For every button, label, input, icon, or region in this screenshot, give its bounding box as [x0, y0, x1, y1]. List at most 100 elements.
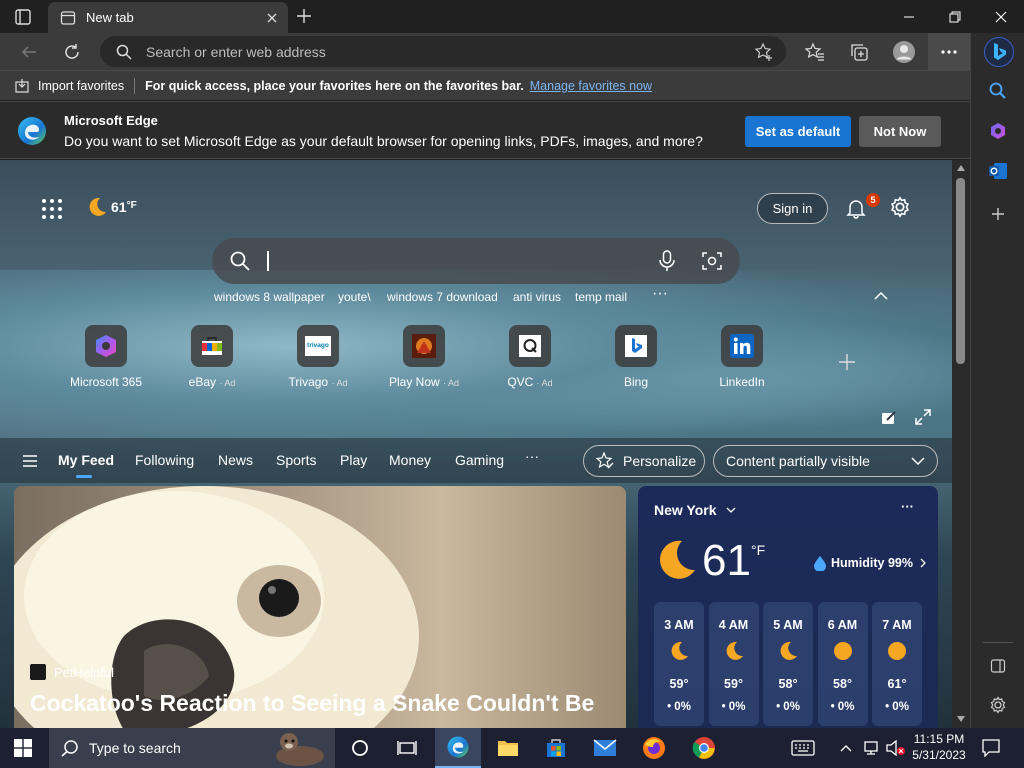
forecast-precipitation: • 0%	[654, 701, 704, 713]
mail-icon[interactable]	[582, 728, 628, 768]
quick-link-trivago[interactable]: trivago Trivago · Ad	[268, 325, 368, 389]
feed-tab-sports[interactable]: Sports	[276, 452, 316, 468]
file-explorer-icon[interactable]	[485, 728, 531, 768]
visual-search-icon[interactable]	[702, 251, 722, 274]
hourly-forecast-item[interactable]: 3 AM 59° • 0%	[654, 602, 704, 726]
bing-chat-icon[interactable]	[984, 37, 1014, 67]
profile-avatar-icon[interactable]	[891, 39, 917, 65]
hidden-icons-chevron[interactable]	[833, 728, 859, 768]
import-favorites-icon	[14, 78, 30, 94]
quick-link-linkedin[interactable]: LinkedIn	[692, 325, 792, 389]
apps-launcher-icon[interactable]	[41, 198, 63, 223]
hourly-forecast-item[interactable]: 5 AM 58° • 0%	[763, 602, 813, 726]
scroll-up-arrow-icon[interactable]	[957, 165, 965, 171]
close-tab-icon[interactable]	[266, 12, 278, 24]
favorites-icon[interactable]	[802, 39, 828, 65]
sidebar-settings-icon[interactable]	[984, 691, 1012, 719]
new-tab-button[interactable]	[296, 8, 312, 24]
quick-link-bing[interactable]: Bing	[586, 325, 686, 389]
suggestions-more-icon[interactable]: ···	[652, 285, 668, 303]
scroll-down-arrow-icon[interactable]	[957, 716, 965, 722]
minimize-button[interactable]	[886, 0, 932, 33]
content-visibility-dropdown[interactable]: Content partially visible	[713, 445, 938, 477]
start-button[interactable]	[0, 728, 46, 768]
touch-keyboard-icon[interactable]	[780, 728, 826, 768]
sidebar-search-icon[interactable]	[984, 77, 1012, 105]
tab-new-tab[interactable]: New tab	[48, 2, 288, 33]
notification-center-icon[interactable]	[970, 728, 1012, 768]
collections-icon[interactable]	[846, 39, 872, 65]
system-clock[interactable]: 11:15 PM 5/31/2023	[908, 731, 970, 763]
task-view-icon[interactable]	[384, 728, 430, 768]
back-icon[interactable]	[16, 39, 42, 65]
feed-tab-my-feed[interactable]: My Feed	[58, 452, 114, 468]
volume-muted-icon[interactable]	[883, 728, 909, 768]
collapse-chevron-icon[interactable]	[874, 288, 888, 303]
feed-menu-icon[interactable]	[22, 454, 38, 471]
edit-background-icon[interactable]	[881, 409, 897, 428]
suggestion-item[interactable]: temp mail	[575, 290, 627, 304]
weather-more-icon[interactable]: ···	[901, 499, 914, 514]
notifications-bell-icon[interactable]	[845, 197, 867, 222]
hourly-forecast-item[interactable]: 6 AM 58° • 0%	[817, 602, 868, 726]
manage-favorites-link[interactable]: Manage favorites now	[530, 79, 652, 93]
forecast-time: 5 AM	[773, 618, 803, 632]
suggestion-item[interactable]: windows 7 download	[387, 290, 498, 304]
sidebar-copilot-icon[interactable]	[984, 117, 1012, 145]
taskbar-search-box[interactable]: Type to search	[49, 728, 335, 768]
refresh-icon[interactable]	[59, 39, 85, 65]
scrollbar-thumb[interactable]	[956, 178, 965, 364]
trivago-icon: trivago	[297, 325, 339, 367]
feed-tab-news[interactable]: News	[218, 452, 253, 468]
quick-link-qvc[interactable]: QVC · Ad	[480, 325, 580, 389]
cortana-icon[interactable]	[337, 728, 383, 768]
feed-tab-gaming[interactable]: Gaming	[455, 452, 504, 468]
set-as-default-button[interactable]: Set as default	[745, 116, 851, 147]
settings-more-icon[interactable]	[928, 33, 970, 70]
firefox-icon[interactable]	[631, 728, 677, 768]
tab-actions-icon[interactable]	[14, 8, 32, 26]
quick-link-microsoft-365[interactable]: Microsoft 365	[56, 325, 156, 389]
page-settings-gear-icon[interactable]	[889, 196, 911, 221]
notification-badge: 5	[866, 193, 880, 207]
suggestion-item[interactable]: anti virus	[513, 290, 561, 304]
weather-location[interactable]: New York	[654, 502, 736, 518]
suggestion-item[interactable]: youte\	[338, 290, 371, 304]
page-scrollbar[interactable]	[952, 160, 970, 728]
network-icon[interactable]	[858, 728, 884, 768]
feed-tab-play[interactable]: Play	[340, 452, 367, 468]
sidebar-outlook-icon[interactable]	[984, 157, 1012, 185]
sidebar-toggle-icon[interactable]	[984, 652, 1012, 680]
restore-button[interactable]	[932, 0, 978, 33]
feed-tab-money[interactable]: Money	[389, 452, 431, 468]
sidebar-add-icon[interactable]	[984, 200, 1012, 228]
address-bar[interactable]: Search or enter web address	[100, 36, 786, 67]
add-favorite-icon[interactable]	[754, 42, 774, 62]
address-placeholder: Search or enter web address	[146, 43, 326, 60]
add-quick-link-icon[interactable]	[838, 353, 856, 374]
hourly-forecast-item[interactable]: 7 AM 61° • 0%	[872, 602, 922, 726]
weather-card[interactable]: New York ··· 61 °F Humidity 99% 3 AM 59° •…	[638, 486, 938, 728]
close-window-button[interactable]	[978, 0, 1024, 33]
microphone-icon[interactable]	[658, 250, 676, 275]
chrome-icon[interactable]	[681, 728, 727, 768]
hero-news-card[interactable]: PetHelpful Cockatoo's Reaction to Seeing…	[14, 486, 626, 728]
hero-headline[interactable]: Cockatoo's Reaction to Seeing a Snake Co…	[30, 690, 594, 717]
expand-icon[interactable]	[915, 409, 931, 428]
web-search-box[interactable]	[212, 238, 740, 284]
sun-icon	[832, 640, 854, 665]
humidity-indicator[interactable]: Humidity 99%	[813, 555, 926, 571]
hourly-forecast-item[interactable]: 4 AM 59° • 0%	[708, 602, 759, 726]
not-now-button[interactable]: Not Now	[859, 116, 941, 147]
quick-link-ebay[interactable]: eBay · Ad	[162, 325, 262, 389]
personalize-button[interactable]: Personalize	[583, 445, 705, 477]
feed-more-icon[interactable]: ···	[525, 448, 539, 464]
feed-tab-following[interactable]: Following	[135, 452, 194, 468]
weather-mini[interactable]: 61 °F	[86, 196, 137, 218]
sign-in-button[interactable]: Sign in	[757, 193, 828, 224]
taskbar-edge-icon[interactable]	[435, 728, 481, 768]
microsoft-store-icon[interactable]	[533, 728, 579, 768]
quick-link-play-now[interactable]: Play Now · Ad	[374, 325, 474, 389]
suggestion-item[interactable]: windows 8 wallpaper	[214, 290, 325, 304]
import-favorites-button[interactable]: Import favorites	[38, 79, 124, 93]
